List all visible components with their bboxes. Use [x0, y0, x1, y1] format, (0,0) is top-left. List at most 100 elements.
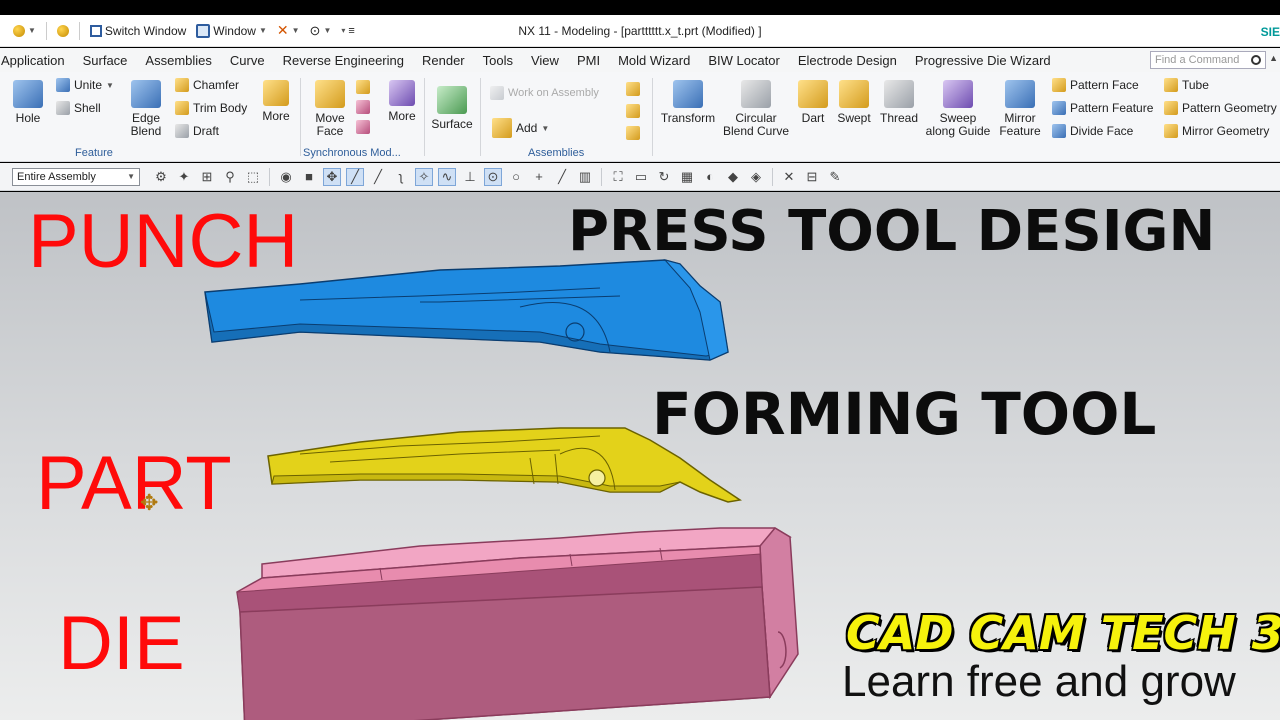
move-face-button[interactable]: Move Face [312, 80, 348, 138]
zoom-icon[interactable]: ▭ [632, 168, 650, 186]
tools-icon[interactable]: ✕ [780, 168, 798, 186]
show-and-hide-icon[interactable] [626, 126, 640, 140]
curve-icon[interactable]: ʅ [392, 168, 410, 186]
trim-body-icon [175, 101, 189, 115]
tools-icon[interactable]: ✕ ▼ [274, 20, 303, 42]
menu-surface[interactable]: Surface [74, 53, 137, 68]
offset-region-icon[interactable] [356, 80, 370, 94]
menu-application[interactable]: Application [0, 53, 74, 68]
deselect-icon[interactable]: ✦ [175, 168, 193, 186]
menu-assemblies[interactable]: Assemblies [136, 53, 220, 68]
mirror-feature-button[interactable]: Mirror Feature [996, 80, 1044, 138]
point-on-face-icon[interactable]: ▥ [576, 168, 594, 186]
feature-group-label: Feature [75, 147, 113, 159]
select-face-icon[interactable]: ◉ [277, 168, 295, 186]
unite-button[interactable]: Unite ▼ [56, 78, 114, 92]
pattern-feature-button[interactable]: Pattern Feature [1052, 101, 1153, 115]
measure-distance-icon[interactable]: ⊟ [803, 168, 821, 186]
forming-tool-banner: FORMING TOOL [652, 380, 1157, 448]
sweep-along-guide-button[interactable]: Sweep along Guide [924, 80, 992, 138]
menu-progressive-die-wizard[interactable]: Progressive Die Wizard [906, 53, 1060, 68]
find-command-input[interactable]: Find a Command [1150, 51, 1266, 69]
menu-reverse-engineering[interactable]: Reverse Engineering [274, 53, 413, 68]
menu-tools[interactable]: Tools [474, 53, 522, 68]
end-point-icon[interactable]: ╱ [346, 167, 364, 186]
swept-icon [839, 80, 869, 108]
surface-button[interactable]: Surface [430, 86, 474, 131]
mid-point-icon[interactable]: ╱ [369, 168, 387, 186]
work-on-assembly-button[interactable]: Work on Assembly [490, 86, 599, 100]
menu-electrode-design[interactable]: Electrode Design [789, 53, 906, 68]
pattern-face-icon [1052, 78, 1066, 92]
spline-icon[interactable]: ∿ [438, 167, 456, 186]
sync-more-button[interactable]: More [384, 80, 420, 123]
divide-face-button[interactable]: Divide Face [1052, 124, 1133, 138]
arc-center-icon[interactable]: ⊥ [461, 168, 479, 186]
draft-button[interactable]: Draft [175, 124, 219, 138]
select-body-icon[interactable]: ■ [300, 168, 318, 186]
shaded-icon[interactable]: ◆ [724, 168, 742, 186]
menu-curve[interactable]: Curve [221, 53, 274, 68]
add-component-button[interactable]: Add ▼ [492, 118, 549, 138]
circular-blend-curve-button[interactable]: Circular Blend Curve [723, 80, 789, 138]
separator [424, 78, 425, 156]
general-selection-icon[interactable]: ⚲ [221, 168, 239, 186]
menu-pmi[interactable]: PMI [568, 53, 609, 68]
ribbon-collapse-icon[interactable]: ▲ [1269, 53, 1278, 63]
chamfer-button[interactable]: Chamfer [175, 78, 239, 92]
fit-view-icon[interactable]: ⛶ [609, 168, 627, 186]
move-component-icon[interactable] [626, 104, 640, 118]
point-on-curve-icon[interactable]: ╱ [553, 168, 571, 186]
pattern-geometry-button[interactable]: Pattern Geometry [1164, 101, 1277, 115]
selection-scope-select[interactable]: Entire Assembly ▼ [12, 167, 140, 186]
window-menu-button[interactable]: Window ▼ [193, 20, 270, 42]
feature-more-button[interactable]: More [258, 80, 294, 123]
circle-center-icon[interactable]: ⊙ [484, 167, 502, 186]
switch-window-button[interactable]: Switch Window [87, 20, 189, 42]
tube-button[interactable]: Tube [1164, 78, 1209, 92]
touch-mode-icon[interactable] [54, 20, 72, 42]
search-icon [1251, 55, 1261, 65]
menu-view[interactable]: View [522, 53, 568, 68]
render-style-icon[interactable]: ◐ [701, 168, 719, 186]
intersection-icon[interactable]: ✧ [415, 167, 433, 186]
existing-point-icon[interactable]: + [530, 168, 548, 186]
shell-button[interactable]: Shell [56, 101, 101, 115]
draft-icon [175, 124, 189, 138]
box-select-icon[interactable]: ⬚ [244, 168, 262, 186]
edge-blend-button[interactable]: Edge Blend [126, 80, 166, 138]
quadrant-icon[interactable]: ○ [507, 168, 525, 186]
trim-body-button[interactable]: Trim Body [175, 101, 247, 115]
menu-render[interactable]: Render [413, 53, 474, 68]
orient-view-icon[interactable]: ▦ [678, 168, 696, 186]
thread-button[interactable]: Thread [878, 80, 920, 125]
visibility-icon[interactable]: ◈ [747, 168, 765, 186]
select-all-icon[interactable]: ⊞ [198, 168, 216, 186]
hole-button[interactable]: Hole [10, 80, 46, 125]
channel-tagline: Learn free and grow [842, 657, 1236, 706]
snap-point-icon[interactable]: ✥ [323, 167, 341, 186]
delete-face-icon[interactable] [356, 120, 370, 134]
swept-button[interactable]: Swept [834, 80, 874, 125]
assembly-constraint-icon[interactable] [626, 82, 640, 96]
die-body[interactable] [236, 527, 799, 720]
thread-icon [884, 80, 914, 108]
separator [772, 167, 773, 186]
transform-button[interactable]: Transform [660, 80, 716, 125]
unite-icon [56, 78, 70, 92]
customize-icon[interactable]: ▾ ≡ [338, 20, 357, 42]
mirror-geometry-button[interactable]: Mirror Geometry [1164, 124, 1269, 138]
screen-top-edge [0, 0, 1280, 15]
quick-access-menu-icon[interactable]: ▼ [10, 20, 39, 42]
filter-icon[interactable]: ⚙ [152, 168, 170, 186]
menu-mold-wizard[interactable]: Mold Wizard [609, 53, 699, 68]
rotate-icon[interactable]: ↻ [655, 168, 673, 186]
pattern-face-button[interactable]: Pattern Face [1052, 78, 1139, 92]
measure-icon[interactable]: ⊙ ▼ [307, 20, 335, 42]
menu-biw-locator[interactable]: BIW Locator [699, 53, 789, 68]
dart-button[interactable]: Dart [796, 80, 830, 125]
graphics-viewport[interactable]: PUNCH PART DIE PRESS TOOL DESIGN FORMING… [0, 192, 1280, 720]
replace-face-icon[interactable] [356, 100, 370, 114]
edit-icon[interactable]: ✎ [826, 168, 844, 186]
mirror-geometry-icon [1164, 124, 1178, 138]
